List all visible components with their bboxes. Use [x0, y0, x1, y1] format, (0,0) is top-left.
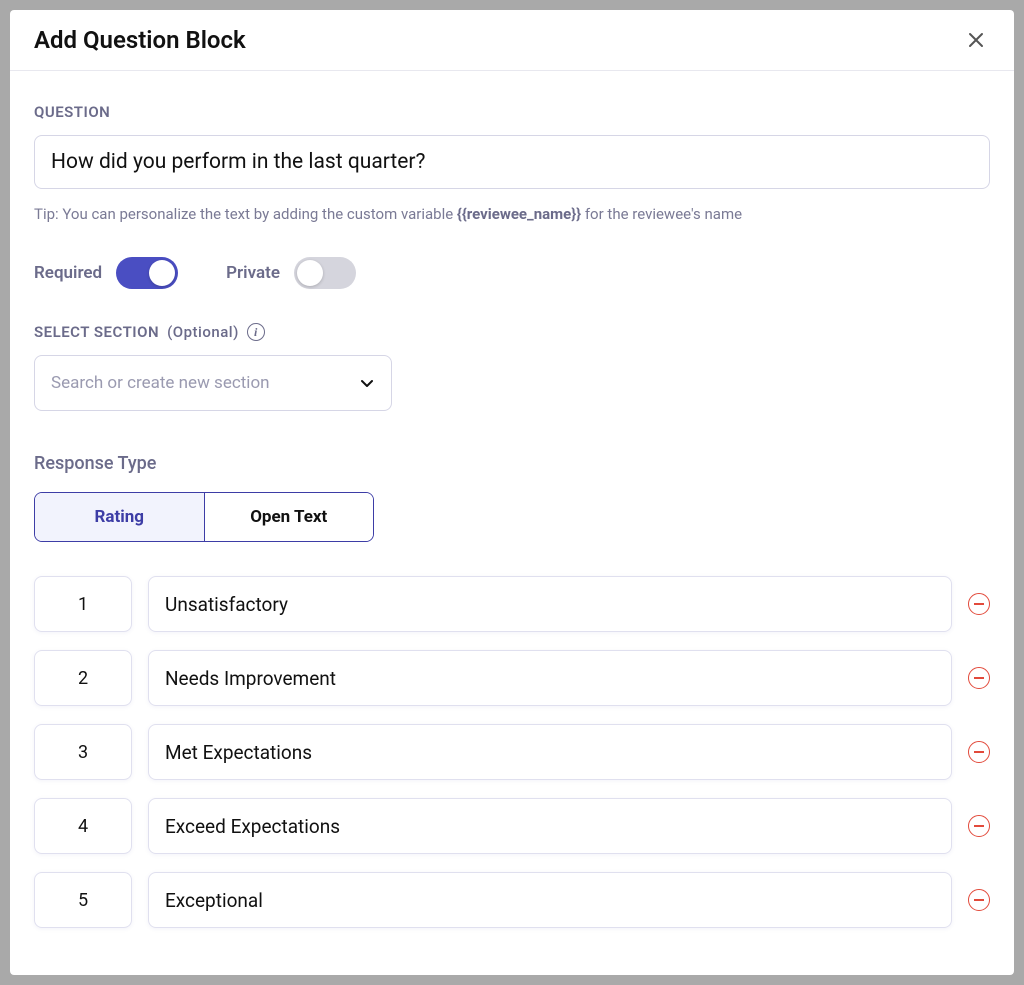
private-toggle[interactable]	[294, 257, 356, 289]
info-icon[interactable]: i	[247, 323, 265, 341]
toggles-row: Required Private	[34, 257, 990, 289]
toggle-knob	[297, 260, 323, 286]
rating-number[interactable]: 5	[34, 872, 132, 928]
rating-label-input[interactable]: Exceed Expectations	[148, 798, 952, 854]
rating-row: 2 Needs Improvement	[34, 650, 990, 706]
modal-body: QUESTION Tip: You can personalize the te…	[10, 71, 1014, 975]
add-question-modal: Add Question Block QUESTION Tip: You can…	[10, 10, 1014, 975]
tip-prefix: Tip: You can personalize the text by add…	[34, 205, 457, 223]
remove-rating-button[interactable]	[968, 741, 990, 763]
close-icon	[966, 30, 986, 50]
rating-number[interactable]: 3	[34, 724, 132, 780]
rating-row: 1 Unsatisfactory	[34, 576, 990, 632]
section-select[interactable]: Search or create new section	[34, 355, 392, 411]
rating-label-input[interactable]: Met Expectations	[148, 724, 952, 780]
response-type-label: Response Type	[34, 453, 990, 474]
select-section-text: SELECT SECTION	[34, 323, 159, 341]
rating-number[interactable]: 4	[34, 798, 132, 854]
modal-title: Add Question Block	[34, 26, 246, 54]
tip-variable: {{reviewee_name}}	[457, 205, 581, 223]
tab-open-text[interactable]: Open Text	[204, 493, 374, 541]
remove-rating-button[interactable]	[968, 593, 990, 615]
rating-list: 1 Unsatisfactory 2 Needs Improvement 3 M…	[34, 576, 990, 928]
minus-icon	[974, 603, 984, 605]
rating-label-input[interactable]: Exceptional	[148, 872, 952, 928]
minus-icon	[974, 899, 984, 901]
question-label: QUESTION	[34, 103, 990, 121]
rating-label-input[interactable]: Unsatisfactory	[148, 576, 952, 632]
modal-header: Add Question Block	[10, 10, 1014, 71]
close-button[interactable]	[962, 26, 990, 54]
section-select-placeholder: Search or create new section	[51, 373, 270, 393]
private-label: Private	[226, 263, 280, 283]
remove-rating-button[interactable]	[968, 667, 990, 689]
minus-icon	[974, 825, 984, 827]
required-label: Required	[34, 263, 102, 283]
question-tip: Tip: You can personalize the text by add…	[34, 205, 990, 223]
minus-icon	[974, 751, 984, 753]
rating-label-input[interactable]: Needs Improvement	[148, 650, 952, 706]
response-type-tabs: Rating Open Text	[34, 492, 374, 542]
minus-icon	[974, 677, 984, 679]
required-toggle-group: Required	[34, 257, 178, 289]
rating-number[interactable]: 1	[34, 576, 132, 632]
tip-suffix: for the reviewee's name	[581, 205, 742, 223]
required-toggle[interactable]	[116, 257, 178, 289]
tab-rating[interactable]: Rating	[35, 493, 204, 541]
remove-rating-button[interactable]	[968, 889, 990, 911]
rating-row: 4 Exceed Expectations	[34, 798, 990, 854]
rating-number[interactable]: 2	[34, 650, 132, 706]
chevron-down-icon	[359, 375, 375, 391]
rating-row: 3 Met Expectations	[34, 724, 990, 780]
question-input[interactable]	[34, 135, 990, 189]
private-toggle-group: Private	[226, 257, 356, 289]
select-section-label: SELECT SECTION (Optional) i	[34, 323, 990, 341]
rating-row: 5 Exceptional	[34, 872, 990, 928]
toggle-knob	[149, 260, 175, 286]
remove-rating-button[interactable]	[968, 815, 990, 837]
select-section-optional: (Optional)	[167, 323, 239, 341]
